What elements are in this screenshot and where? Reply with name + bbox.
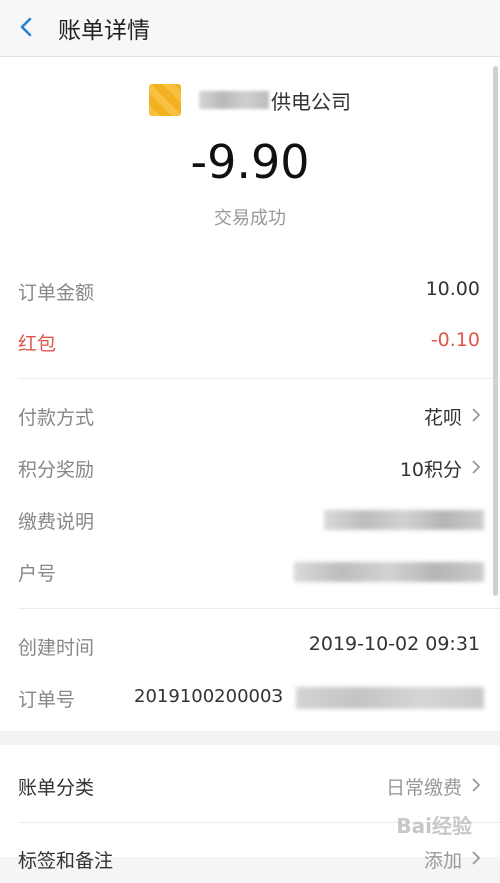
chevron-left-icon <box>20 17 32 37</box>
created-time-value: 2019-10-02 09:31 <box>308 633 480 655</box>
order-amount-value: 10.00 <box>425 278 480 300</box>
chevron-right-icon <box>472 408 481 422</box>
watermark-logo: Bai经验 <box>396 814 472 838</box>
scrollbar[interactable] <box>493 66 498 596</box>
order-number-value[interactable]: 201910020000З <box>134 686 283 707</box>
payment-method-value: 花呗 <box>423 407 462 429</box>
account-number-row: 户号 <box>0 546 500 596</box>
chevron-right-icon <box>472 460 481 474</box>
account-number-redacted <box>294 562 484 582</box>
fee-note-redacted <box>324 510 484 530</box>
tags-notes-label: 标签和备注 <box>18 850 114 872</box>
account-number-label: 户号 <box>18 563 57 585</box>
back-button[interactable] <box>10 10 44 44</box>
transaction-status: 交易成功 <box>214 208 286 229</box>
merchant-name: 供电公司 <box>271 89 351 114</box>
created-time-row: 创建时间 2019-10-02 09:31 <box>0 620 500 670</box>
merchant-logo-icon <box>149 84 181 116</box>
bill-category-card: 账单分类 日常缴费 标签和备注 添加 <box>0 745 500 872</box>
points-reward-value: 10积分 <box>399 459 462 481</box>
chevron-right-icon <box>472 851 481 865</box>
order-number-row[interactable]: 订单号 201910020000З <box>0 672 500 722</box>
divider <box>18 378 500 379</box>
order-number-label: 订单号 <box>18 689 76 711</box>
red-packet-label: 红包 <box>18 333 57 355</box>
created-time-label: 创建时间 <box>18 637 95 659</box>
payment-method-row[interactable]: 付款方式 花呗 <box>0 390 500 440</box>
top-bar: 账单详情 <box>0 0 500 57</box>
bill-category-row[interactable]: 账单分类 日常缴费 <box>0 760 500 810</box>
tags-notes-row[interactable]: 标签和备注 添加 <box>0 833 500 883</box>
bill-detail-card: 供电公司 -9.90 交易成功 订单金额 10.00 红包 -0.10 付款方式… <box>0 57 500 731</box>
page-title: 账单详情 <box>58 18 150 44</box>
points-reward-row[interactable]: 积分奖励 10积分 <box>0 442 500 492</box>
red-packet-value: -0.10 <box>430 329 480 351</box>
merchant-name-redacted <box>199 91 269 109</box>
red-packet-row: 红包 -0.10 <box>0 316 500 366</box>
section-gap <box>0 731 500 745</box>
order-amount-row: 订单金额 10.00 <box>0 265 500 315</box>
chevron-right-icon <box>472 778 481 792</box>
order-number-redacted <box>296 687 484 709</box>
fee-note-row: 缴费说明 <box>0 494 500 544</box>
merchant-header: 供电公司 <box>0 83 500 117</box>
bill-category-label: 账单分类 <box>18 777 95 799</box>
points-reward-label: 积分奖励 <box>18 459 95 481</box>
transaction-amount: -9.90 <box>190 135 310 189</box>
fee-note-label: 缴费说明 <box>18 511 95 533</box>
order-amount-label: 订单金额 <box>18 282 95 304</box>
bill-category-value: 日常缴费 <box>385 777 462 799</box>
tags-notes-value: 添加 <box>423 850 462 872</box>
payment-method-label: 付款方式 <box>18 407 95 429</box>
divider <box>18 608 500 609</box>
